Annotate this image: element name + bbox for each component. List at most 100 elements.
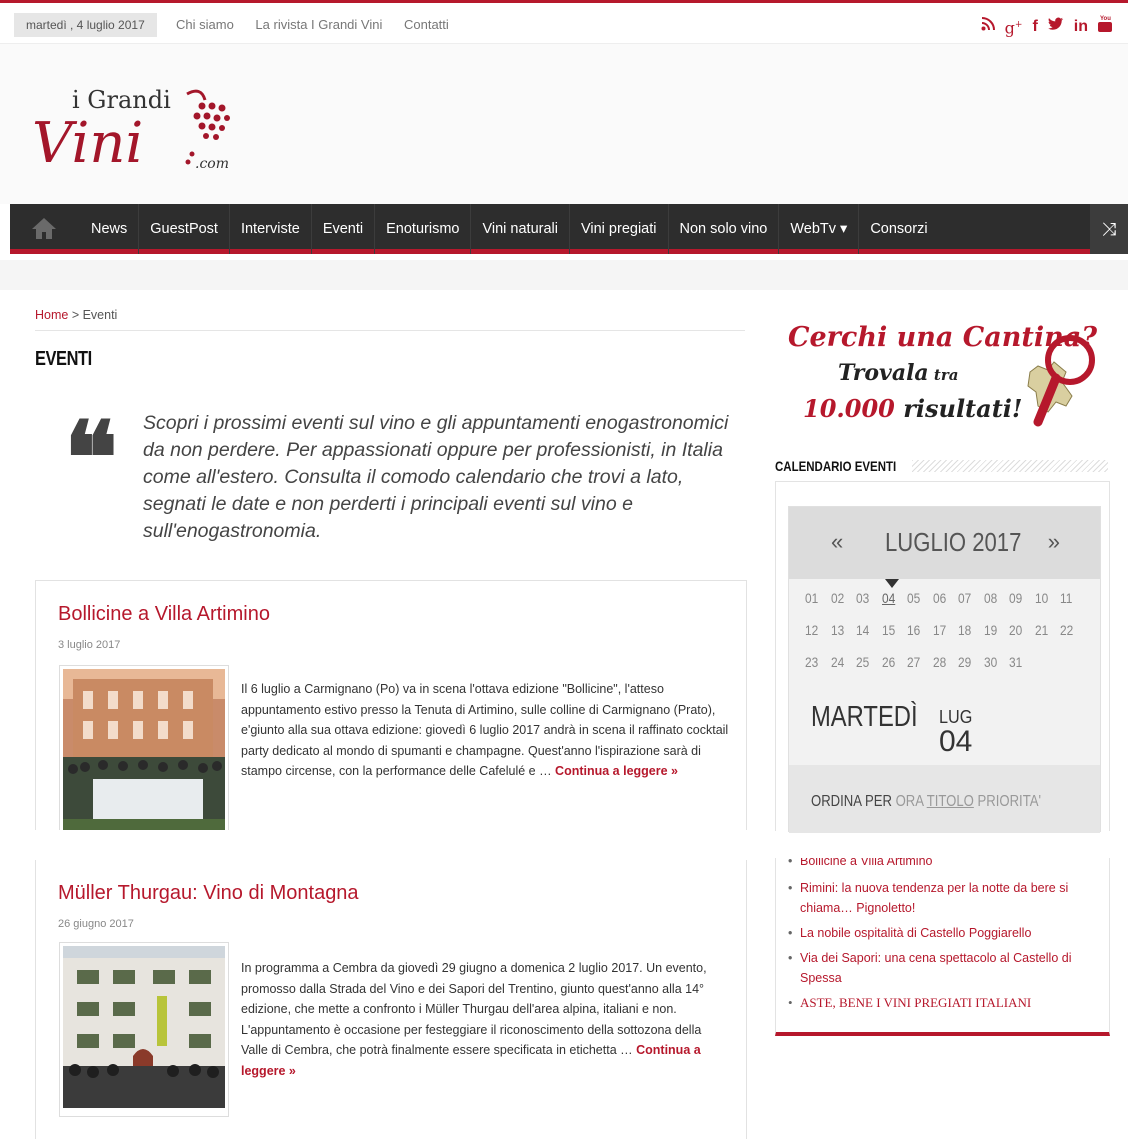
calendar-day[interactable]: 22 <box>1060 622 1082 654</box>
event-list-item[interactable]: Via dei Sapori: una cena spettacolo al C… <box>788 948 1104 988</box>
read-more-link[interactable]: Continua a leggere » <box>555 764 678 778</box>
calendar-day[interactable]: 24 <box>831 654 853 686</box>
breadcrumb: Home > Eventi <box>35 308 117 322</box>
top-link-rivista[interactable]: La rivista I Grandi Vini <box>255 17 382 32</box>
nav-item-consorzi[interactable]: Consorzi <box>858 204 938 254</box>
calendar-week-row: 01 02 03 04 05 06 07 08 09 10 11 <box>805 590 1095 622</box>
calendar-widget: « LUGLIO 2017 » 01 02 03 04 05 06 07 08 … <box>775 481 1110 833</box>
calendar-day[interactable]: 05 <box>907 590 929 622</box>
rss-icon[interactable] <box>981 16 995 38</box>
youtube-icon[interactable]: You <box>1098 14 1112 39</box>
calendar-day[interactable]: 19 <box>984 622 1006 654</box>
calendar-day[interactable]: 28 <box>933 654 955 686</box>
breadcrumb-separator: > <box>68 308 83 322</box>
title-stripes <box>912 460 1108 472</box>
post-date: 3 luglio 2017 <box>58 639 121 651</box>
calendar-days: 01 02 03 04 05 06 07 08 09 10 11 12 13 1… <box>805 590 1095 686</box>
post-card: Bollicine a Villa Artimino 3 luglio 2017… <box>35 580 747 844</box>
ad-number: 10.000 <box>803 394 895 423</box>
calendar-day[interactable]: 13 <box>831 622 853 654</box>
calendar-day[interactable]: 11 <box>1060 590 1082 622</box>
logo-text-i-grandi: i Grandi <box>72 86 171 114</box>
site-logo[interactable]: i Grandi Vini .com <box>32 72 252 182</box>
today-pointer-icon <box>885 579 899 588</box>
quote-icon: ❝ <box>64 399 118 517</box>
calendar-day[interactable]: 09 <box>1009 590 1031 622</box>
google-plus-icon[interactable]: g+ <box>1005 14 1023 39</box>
event-list-item[interactable]: Bollicine a Villa Artimino <box>788 858 1104 872</box>
event-list-item[interactable]: ASTE, BENE I VINI PREGIATI ITALIANI <box>788 993 1104 1013</box>
post-thumbnail[interactable] <box>59 942 229 1117</box>
nav-item-non-solo-vino[interactable]: Non solo vino <box>667 204 779 254</box>
current-date: martedì , 4 luglio 2017 <box>14 13 157 37</box>
order-by-bar: ORDINA PER ORA TITOLO PRIORITA' <box>789 765 1100 833</box>
calendar-day[interactable]: 17 <box>933 622 955 654</box>
calendar-day[interactable]: 12 <box>805 622 827 654</box>
nav-item-webtv[interactable]: WebTv ▾ <box>778 204 858 254</box>
calendar-day[interactable]: 31 <box>1009 654 1031 686</box>
event-list-widget: Bollicine a Villa Artimino Rimini: la nu… <box>775 858 1110 1036</box>
calendar-day[interactable]: 25 <box>856 654 878 686</box>
order-by-priorita[interactable]: PRIORITA' <box>977 793 1040 810</box>
event-list-item[interactable]: La nobile ospitalità di Castello Poggiar… <box>788 923 1104 943</box>
svg-text:You: You <box>1100 16 1111 22</box>
page-gap <box>0 830 1128 858</box>
nav-item-enoturismo[interactable]: Enoturismo <box>374 204 470 254</box>
calendar-widget-title: CALENDARIO EVENTI <box>775 458 897 474</box>
calendar-day[interactable]: 06 <box>933 590 955 622</box>
calendar-day[interactable]: 14 <box>856 622 878 654</box>
order-by-label: ORDINA PER <box>811 793 892 810</box>
top-links: Chi siamo La rivista I Grandi Vini Conta… <box>176 13 467 37</box>
order-by-titolo[interactable]: TITOLO <box>927 793 974 810</box>
calendar-day[interactable]: 20 <box>1009 622 1031 654</box>
calendar: « LUGLIO 2017 » 01 02 03 04 05 06 07 08 … <box>788 506 1101 833</box>
calendar-day[interactable]: 27 <box>907 654 929 686</box>
post-date: 26 giugno 2017 <box>58 918 134 930</box>
calendar-day[interactable]: 08 <box>984 590 1006 622</box>
nav-item-vini-naturali[interactable]: Vini naturali <box>470 204 569 254</box>
nav-item-guestpost[interactable]: GuestPost <box>138 204 229 254</box>
post-title[interactable]: Bollicine a Villa Artimino <box>58 603 270 626</box>
calendar-day[interactable]: 01 <box>805 590 827 622</box>
ad-line-2-main: Trovala <box>838 360 929 386</box>
ad-line-2-tail: tra <box>928 366 959 384</box>
nav-item-vini-pregiati[interactable]: Vini pregiati <box>568 204 668 254</box>
calendar-day[interactable]: 02 <box>831 590 853 622</box>
linkedin-icon[interactable]: in <box>1074 16 1088 38</box>
calendar-next-button[interactable]: » <box>1048 529 1060 555</box>
event-list-item[interactable]: Rimini: la nuova tendenza per la notte d… <box>788 878 1104 918</box>
calendar-prev-button[interactable]: « <box>831 529 843 555</box>
calendar-day[interactable]: 30 <box>984 654 1006 686</box>
breadcrumb-home[interactable]: Home <box>35 308 68 322</box>
nav-item-eventi[interactable]: Eventi <box>310 204 374 254</box>
calendar-day[interactable]: 16 <box>907 622 929 654</box>
nav-item-news[interactable]: News <box>80 204 138 254</box>
post-title[interactable]: Müller Thurgau: Vino di Montagna <box>58 882 359 905</box>
post-excerpt: In programma a Cembra da giovedì 29 giug… <box>241 958 731 1081</box>
calendar-day[interactable]: 29 <box>958 654 980 686</box>
calendar-day[interactable]: 23 <box>805 654 827 686</box>
twitter-icon[interactable] <box>1047 16 1064 38</box>
shuffle-icon[interactable]: ⤨ <box>1090 204 1128 254</box>
calendar-day[interactable]: 07 <box>958 590 980 622</box>
calendar-day[interactable]: 15 <box>882 622 904 654</box>
calendar-day[interactable]: 21 <box>1035 622 1057 654</box>
page-title: EVENTI <box>35 348 92 370</box>
calendar-day-today[interactable]: 04 <box>882 590 904 622</box>
home-icon[interactable] <box>30 216 58 240</box>
top-link-contatti[interactable]: Contatti <box>404 17 449 32</box>
order-by-ora[interactable]: ORA <box>896 793 924 810</box>
ad-line-3-tail: risultati! <box>894 394 1023 423</box>
cantina-search-ad[interactable]: Cerchi una Cantina? Trovala tra 10.000 r… <box>776 318 1106 434</box>
post-card: Müller Thurgau: Vino di Montagna 26 giug… <box>35 860 747 1139</box>
calendar-day[interactable]: 10 <box>1035 590 1057 622</box>
calendar-day[interactable]: 26 <box>882 654 904 686</box>
post-thumbnail[interactable] <box>59 665 229 844</box>
social-icons: g+ f in You <box>981 14 1112 39</box>
top-bar: martedì , 4 luglio 2017 Chi siamo La riv… <box>0 0 1128 44</box>
nav-item-interviste[interactable]: Interviste <box>228 204 311 254</box>
calendar-day[interactable]: 18 <box>958 622 980 654</box>
top-link-chi-siamo[interactable]: Chi siamo <box>176 17 234 32</box>
facebook-icon[interactable]: f <box>1032 16 1037 38</box>
calendar-day[interactable]: 03 <box>856 590 878 622</box>
